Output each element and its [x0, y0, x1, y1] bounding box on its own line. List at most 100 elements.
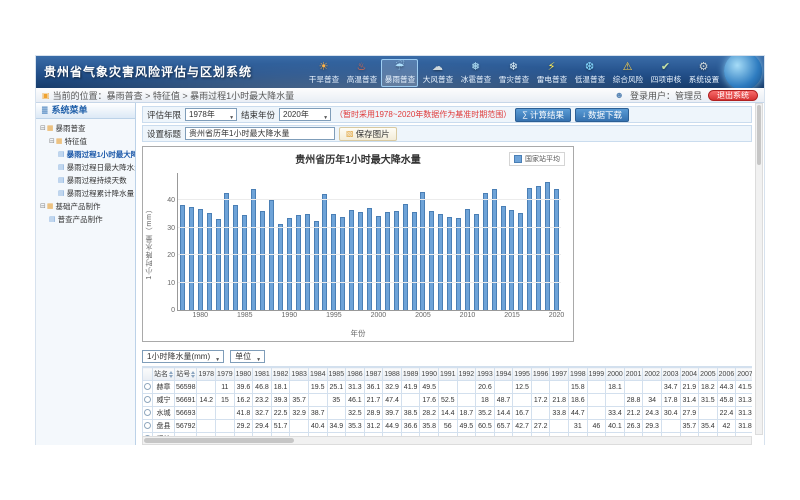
- year-column-header-1990[interactable]: 1990: [420, 368, 439, 381]
- sidebar-item-特征值[interactable]: ⊟▦特征值: [36, 135, 135, 148]
- year-column-header-1986[interactable]: 1986: [346, 368, 365, 381]
- unit-filter-select[interactable]: 单位 ▼: [230, 350, 265, 363]
- sidebar-item-暴雨普查[interactable]: ⊟▦暴雨普查: [36, 122, 135, 135]
- year-column-header-1998[interactable]: 1998: [569, 368, 588, 381]
- nav-item-干旱普查[interactable]: ☀干旱普查: [305, 59, 342, 87]
- year-column-header-1980[interactable]: 1980: [234, 368, 253, 381]
- station-name-header[interactable]: 站名: [153, 368, 175, 381]
- value-cell: 16.7: [513, 407, 532, 420]
- chart-title-input[interactable]: [185, 127, 335, 140]
- nav-item-雪灾普查[interactable]: ❄雪灾普查: [495, 59, 532, 87]
- year-column-header-1983[interactable]: 1983: [290, 368, 309, 381]
- year-column-header-1984[interactable]: 1984: [308, 368, 327, 381]
- sidebar-item-暴雨过程持续天数[interactable]: ▤暴雨过程持续天数: [36, 174, 135, 187]
- nav-item-大风普查[interactable]: ☁大风普查: [419, 59, 456, 87]
- save-image-button[interactable]: ▧ 保存图片: [339, 127, 397, 141]
- chevron-down-icon: ▼: [229, 112, 234, 124]
- breadcrumb-path[interactable]: 暴雨普查 > 特征值 > 暴雨过程1小时最大降水量: [107, 89, 295, 102]
- year-column-header-2000[interactable]: 2000: [606, 368, 625, 381]
- body: ≣ 系统菜单 ⊟▦暴雨普查⊟▦特征值▤暴雨过程1小时最大降水量▤暴雨过程日最大降…: [36, 103, 764, 445]
- expand-icon[interactable]: ⊟: [40, 200, 46, 213]
- year-column-header-1992[interactable]: 1992: [457, 368, 476, 381]
- value-cell: 42: [717, 420, 736, 433]
- value-cell: 21.7: [364, 394, 383, 407]
- list-icon: ▤: [49, 213, 56, 226]
- value-cell: 49.5: [420, 381, 439, 394]
- save-image-icon: ▧: [346, 129, 354, 138]
- sidebar-item-暴雨过程累计降水量[interactable]: ▤暴雨过程累计降水量: [36, 187, 135, 200]
- vertical-scrollbar[interactable]: [755, 103, 763, 435]
- value-cell: 35.7: [680, 420, 699, 433]
- sidebar-item-label: 基础产品制作: [56, 200, 101, 213]
- year-column-header-1978[interactable]: 1978: [197, 368, 216, 381]
- year-column-header-1991[interactable]: 1991: [438, 368, 457, 381]
- year-column-header-1988[interactable]: 1988: [383, 368, 402, 381]
- sidebar-item-普查产品制作[interactable]: ▤普查产品制作: [36, 213, 135, 226]
- nav-item-label: 大风普查: [422, 74, 452, 84]
- start-year-select[interactable]: 1978年 ▼: [185, 108, 237, 121]
- nav-item-雷电普查[interactable]: ⚡雷电普查: [533, 59, 570, 87]
- nav-item-冰雹普查[interactable]: ❅冰雹普查: [457, 59, 494, 87]
- year-column-header-1989[interactable]: 1989: [401, 368, 420, 381]
- nav-item-暴雨普查[interactable]: ☔暴雨普查: [381, 59, 418, 87]
- calculate-button-label: 计算结果: [530, 109, 564, 121]
- value-cell: 34: [643, 394, 662, 407]
- year-column-header-1994[interactable]: 1994: [494, 368, 513, 381]
- horizontal-scrollbar[interactable]: [142, 436, 752, 445]
- row-select-radio[interactable]: [144, 422, 151, 429]
- value-cell: 24.3: [643, 407, 662, 420]
- year-column-header-1982[interactable]: 1982: [271, 368, 290, 381]
- metric-filter-select[interactable]: 1小时降水量(mm) ▼: [142, 350, 224, 363]
- year-column-header-2007[interactable]: 2007: [736, 368, 752, 381]
- year-column-header-1996[interactable]: 1996: [531, 368, 550, 381]
- year-column-header-2005[interactable]: 2005: [699, 368, 718, 381]
- value-cell: 35.7: [290, 394, 309, 407]
- sidebar-item-基础产品制作[interactable]: ⊟▦基础产品制作: [36, 200, 135, 213]
- end-year-select[interactable]: 2020年 ▼: [279, 108, 331, 121]
- bar-2017: [527, 188, 532, 310]
- sort-icon[interactable]: [169, 371, 173, 378]
- nav-item-系统设置[interactable]: ⚙系统设置: [685, 59, 722, 87]
- chevron-down-icon: ▼: [323, 112, 328, 124]
- nav-item-综合风险[interactable]: ⚠综合风险: [609, 59, 646, 87]
- vertical-scrollbar-thumb[interactable]: [757, 105, 761, 165]
- year-column-header-1979[interactable]: 1979: [216, 368, 235, 381]
- nav-item-四项审核[interactable]: ✔四项审核: [647, 59, 684, 87]
- value-cell: [438, 381, 457, 394]
- year-column-header-2006[interactable]: 2006: [717, 368, 736, 381]
- value-cell: 46: [587, 420, 606, 433]
- nav-item-高温普查[interactable]: ♨高温普查: [343, 59, 380, 87]
- year-column-header-1993[interactable]: 1993: [476, 368, 495, 381]
- year-column-header-2002[interactable]: 2002: [643, 368, 662, 381]
- sort-icon[interactable]: [191, 371, 195, 378]
- row-select-radio[interactable]: [144, 383, 151, 390]
- sidebar-item-暴雨过程1小时最大降水量[interactable]: ▤暴雨过程1小时最大降水量: [36, 148, 135, 161]
- value-cell: 31.8: [736, 420, 752, 433]
- value-cell: 18.2: [699, 381, 718, 394]
- expand-icon[interactable]: ⊟: [40, 122, 46, 135]
- value-cell: [624, 381, 643, 394]
- year-column-header-1985[interactable]: 1985: [327, 368, 346, 381]
- logout-button[interactable]: 退出系统: [708, 90, 758, 101]
- year-column-header-1999[interactable]: 1999: [587, 368, 606, 381]
- expand-icon[interactable]: ⊟: [49, 135, 55, 148]
- station-id-header[interactable]: 站号: [175, 368, 197, 381]
- year-column-header-1995[interactable]: 1995: [513, 368, 532, 381]
- sidebar-item-暴雨过程日最大降水量[interactable]: ▤暴雨过程日最大降水量: [36, 161, 135, 174]
- year-column-header-1997[interactable]: 1997: [550, 368, 569, 381]
- calculate-button[interactable]: ∑ 计算结果: [515, 108, 571, 122]
- row-select-radio[interactable]: [144, 396, 151, 403]
- year-column-header-1987[interactable]: 1987: [364, 368, 383, 381]
- nav-item-低温普查[interactable]: ❆低温普查: [571, 59, 608, 87]
- download-button[interactable]: ↓ 数据下载: [575, 108, 629, 122]
- value-cell: 32.9: [290, 407, 309, 420]
- row-select-radio[interactable]: [144, 409, 151, 416]
- horizontal-scrollbar-thumb[interactable]: [144, 438, 294, 443]
- chart-legend[interactable]: 国家站平均: [509, 152, 565, 166]
- year-column-header-2003[interactable]: 2003: [661, 368, 680, 381]
- snowflake-icon: ❄: [509, 61, 518, 74]
- value-cell: 31.5: [699, 394, 718, 407]
- year-column-header-2004[interactable]: 2004: [680, 368, 699, 381]
- year-column-header-2001[interactable]: 2001: [624, 368, 643, 381]
- year-column-header-1981[interactable]: 1981: [253, 368, 272, 381]
